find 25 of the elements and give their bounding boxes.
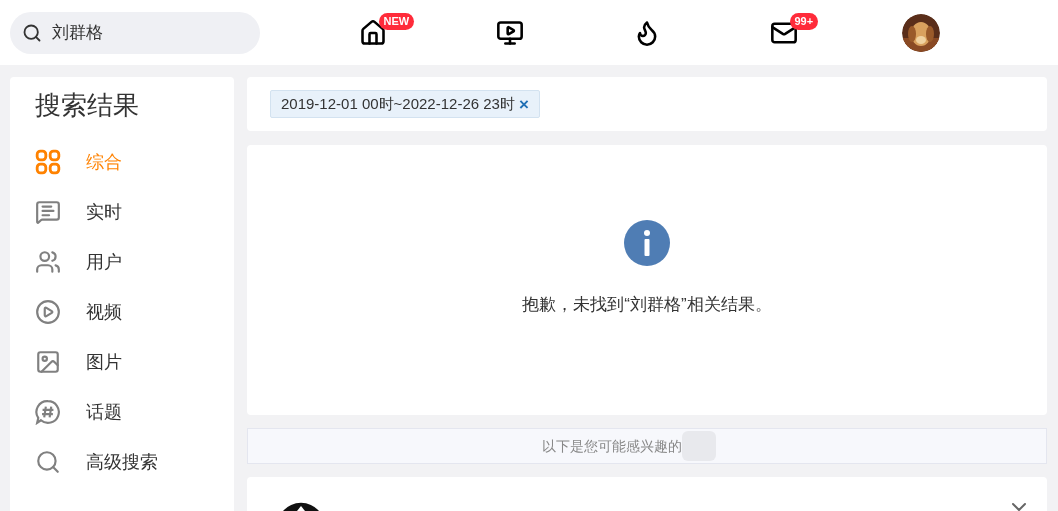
grid-icon bbox=[35, 149, 61, 175]
hashtag-icon bbox=[35, 399, 61, 425]
sidebar-item[interactable]: 实时 bbox=[35, 187, 234, 237]
sidebar-item[interactable]: 话题 bbox=[35, 387, 234, 437]
info-icon bbox=[624, 220, 670, 266]
video-icon[interactable] bbox=[495, 18, 524, 47]
notification-badge: NEW bbox=[378, 12, 415, 30]
sidebar-item[interactable]: 图片 bbox=[35, 337, 234, 387]
search-icon bbox=[35, 449, 61, 475]
sidebar-item[interactable]: 用户 bbox=[35, 237, 234, 287]
search-icon bbox=[22, 22, 42, 43]
suggestion-text: 以下是您可能感兴趣的 bbox=[542, 436, 682, 456]
sidebar-item[interactable]: 视频 bbox=[35, 287, 234, 337]
notification-badge: 99+ bbox=[789, 12, 819, 30]
message-icon bbox=[35, 199, 61, 225]
search-input[interactable]: 刘群格 bbox=[52, 19, 222, 46]
play-icon bbox=[35, 299, 61, 325]
sidebar-title: 搜索结果 bbox=[35, 89, 140, 121]
users-icon bbox=[35, 249, 61, 275]
sidebar-item[interactable]: 高级搜索 bbox=[35, 437, 234, 487]
remove-filter-button[interactable]: × bbox=[518, 95, 529, 113]
search-field[interactable]: 刘群格 bbox=[10, 11, 260, 54]
empty-message: 抱歉，未找到“刘群格”相关结果。 bbox=[522, 294, 772, 316]
date-range-text: 2019-12-01 00时~2022-12-26 23时 bbox=[281, 93, 515, 114]
image-icon bbox=[35, 349, 61, 375]
